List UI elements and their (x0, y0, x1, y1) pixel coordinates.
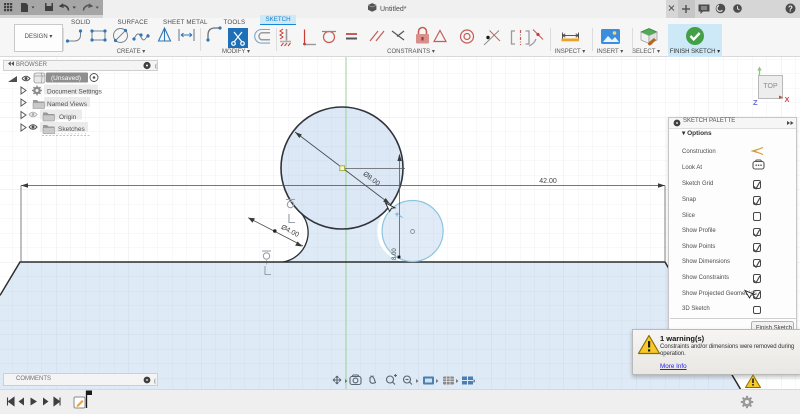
svg-text:Z: Z (753, 98, 758, 107)
svg-text:?: ? (788, 4, 793, 13)
svg-text:Sketches: Sketches (58, 126, 85, 133)
svg-text:Untitled*: Untitled* (380, 6, 407, 13)
svg-text:Document Settings: Document Settings (47, 89, 103, 96)
svg-text:⦗: ⦗ (154, 378, 156, 385)
svg-text:⦗: ⦗ (155, 63, 157, 70)
svg-text:(Unsaved): (Unsaved) (51, 75, 81, 82)
svg-text:X: X (785, 95, 790, 104)
svg-text:Named Views: Named Views (47, 101, 88, 108)
svg-text:8.00: 8.00 (392, 248, 398, 260)
svg-text:Origin: Origin (59, 114, 77, 121)
svg-text:42.00: 42.00 (539, 178, 557, 185)
